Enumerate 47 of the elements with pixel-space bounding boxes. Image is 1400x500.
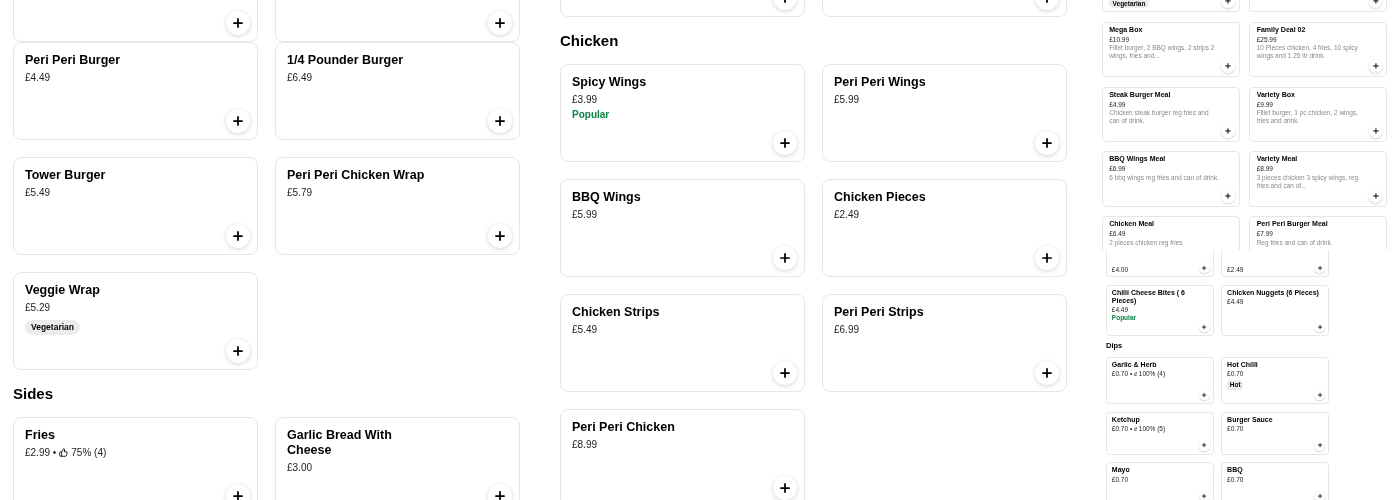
item-price: £6.49 <box>287 71 313 84</box>
item-name: 1/4 Pounder Burger <box>287 53 404 68</box>
item-name: Tower Burger <box>25 168 107 183</box>
item-name: Peri Peri Burger <box>25 53 122 68</box>
item-rating: 75% (4) <box>71 446 107 459</box>
menu-card[interactable]: Veggie Wrap £5.29 Vegetarian <box>13 272 258 370</box>
item-price: £5.29 <box>25 301 51 314</box>
item-price: £5.79 <box>287 186 313 199</box>
menu-card[interactable]: Garlic Bread With Cheese £3.00 <box>275 417 520 500</box>
item-price: £8.99 <box>572 438 598 451</box>
item-name: Peri Peri Chicken Wrap <box>287 168 426 183</box>
section-heading: Chicken <box>560 31 619 51</box>
menu-card[interactable]: Fries £2.99 • 75% (4) <box>13 417 258 500</box>
item-price: £3.99 <box>572 93 598 106</box>
menu-card[interactable]: Chicken Strips £5.49 <box>560 294 805 392</box>
item-name: Chicken Pieces <box>834 190 927 205</box>
item-price: £5.49 <box>25 186 51 199</box>
item-name: Veggie Wrap <box>25 283 101 298</box>
item-name: Chicken Strips <box>572 305 661 320</box>
menu-card[interactable]: Peri Peri Strips £6.99 <box>822 294 1067 392</box>
menu-card[interactable]: Tower Burger £5.49 <box>13 157 258 255</box>
section-heading: Sides <box>13 384 54 404</box>
menu-card[interactable]: 1/4 Pounder Burger £6.49 <box>275 42 520 140</box>
menu-card[interactable]: Peri Peri Chicken £8.99 <box>560 409 805 500</box>
item-name: Peri Peri Wings <box>834 75 927 90</box>
item-price: £4.49 <box>25 71 51 84</box>
item-price: £5.99 <box>572 208 598 221</box>
item-name: Peri Peri Strips <box>834 305 925 320</box>
menu-card[interactable]: Chicken Pieces £2.49 <box>822 179 1067 277</box>
item-price: £2.49 <box>834 208 860 221</box>
item-price: £2.99 • <box>25 446 57 459</box>
item-price: £5.49 <box>572 323 598 336</box>
tag-badge: Vegetarian <box>25 320 80 335</box>
item-name: Spicy Wings <box>572 75 648 90</box>
item-name: Garlic Bread With Cheese <box>287 428 393 458</box>
item-name: BBQ Wings <box>572 190 642 205</box>
item-name: Peri Peri Chicken <box>572 420 676 435</box>
menu-card[interactable]: Peri Peri Burger £4.49 <box>13 42 258 140</box>
menu-card[interactable]: BBQ Wings £5.99 <box>560 179 805 277</box>
item-name: Fries <box>25 428 56 443</box>
item-price: £6.99 <box>834 323 860 336</box>
menu-card[interactable]: Spicy Wings £3.99 Popular <box>560 64 805 162</box>
menu-card[interactable]: Peri Peri Wings £5.99 <box>822 64 1067 162</box>
menu-card[interactable]: Peri Peri Chicken Wrap £5.79 <box>275 157 520 255</box>
item-price: £3.00 <box>287 461 313 474</box>
popular-label: Popular <box>572 108 611 122</box>
item-price: £5.99 <box>834 93 860 106</box>
